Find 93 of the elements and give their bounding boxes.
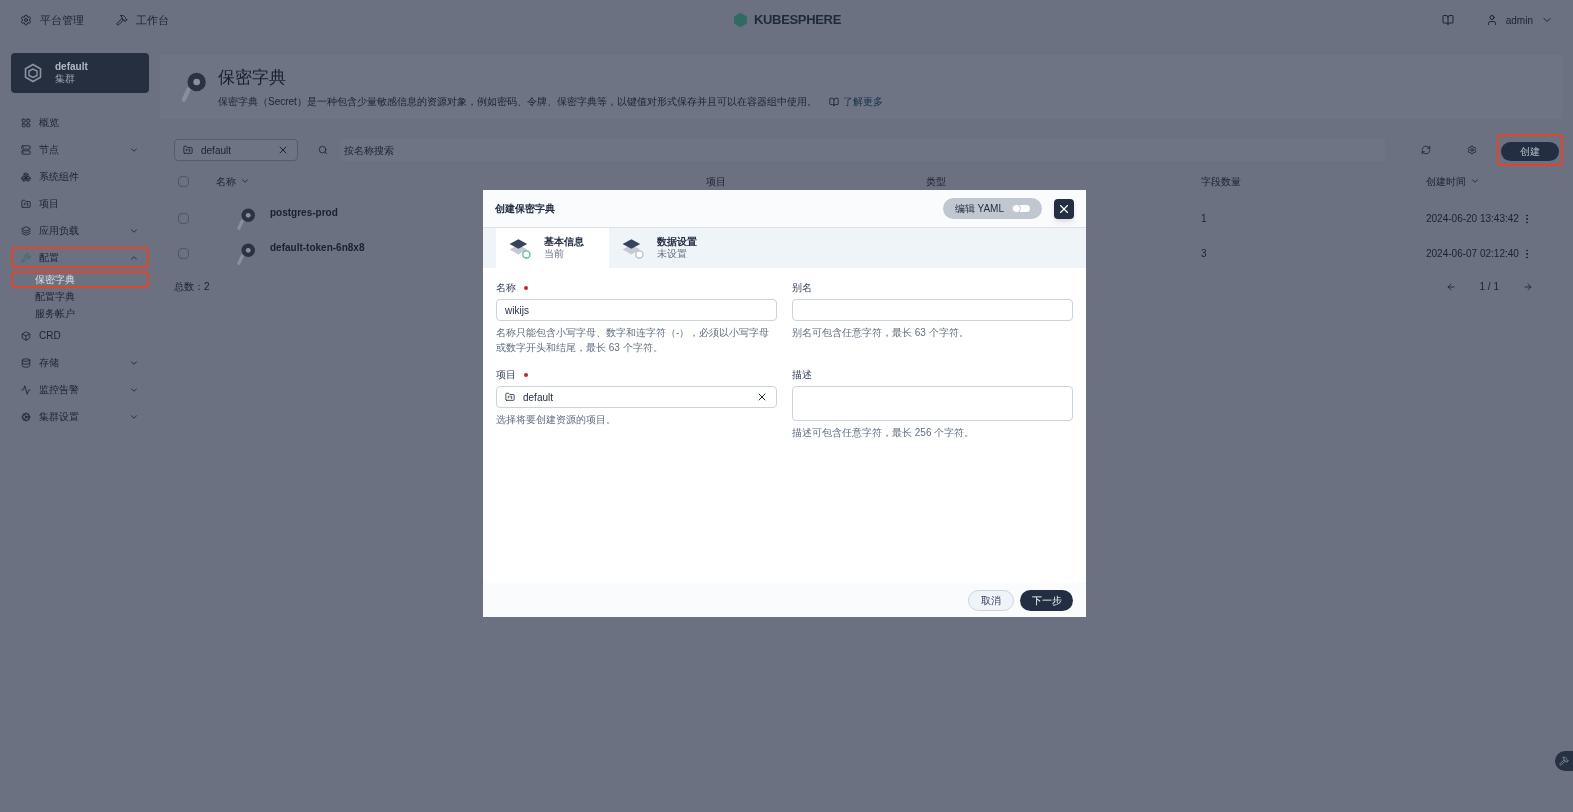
learn-more-link[interactable]: 了解更多: [828, 94, 883, 110]
field-hint: 别名可包含任意字符，最长 63 个字符。: [792, 326, 970, 340]
caret-icon: [1470, 176, 1480, 186]
menu-item-icon: [21, 330, 31, 341]
caret-icon: [240, 176, 250, 186]
top-nav-link[interactable]: 工作台: [116, 11, 169, 29]
project-icon: [505, 392, 515, 402]
yaml-toggle[interactable]: 编辑 YAML: [942, 198, 1042, 219]
settings-icon[interactable]: [1467, 145, 1477, 155]
document-icon[interactable]: [1441, 14, 1454, 26]
menu-item-icon: [21, 198, 31, 209]
field-hint: 描述可包含任意字符，最长 256 个字符。: [792, 426, 976, 440]
menu-item-icon: [21, 252, 31, 263]
logo-text: KUBESPHERE: [754, 11, 841, 30]
menu-item-icon: [21, 384, 31, 395]
column-header[interactable]: 创建时间: [1426, 173, 1480, 189]
step-status: 未设置: [657, 248, 688, 261]
cluster-type: 集群: [55, 73, 76, 86]
project-filter[interactable]: default: [174, 139, 298, 161]
select-all-checkbox[interactable]: [178, 175, 189, 187]
description-field[interactable]: [792, 386, 1073, 421]
table-cell-text: 3: [1201, 247, 1207, 261]
sidebar-subitem[interactable]: 配置字典: [11, 288, 149, 305]
menu-item-icon: [21, 411, 31, 422]
book-icon: [828, 96, 839, 107]
field-label: 名称: [496, 280, 528, 295]
table-cell-text: 2024-06-07 02:12:40: [1426, 247, 1519, 261]
tool-button[interactable]: [1555, 751, 1573, 771]
sidebar-item[interactable]: 应用负载: [11, 220, 149, 241]
top-nav-link[interactable]: 平台管理: [20, 11, 84, 29]
sidebar-item[interactable]: 节点: [11, 139, 149, 160]
hammer-icon: [1559, 756, 1569, 766]
hammer-icon: [116, 14, 128, 26]
row-checkbox[interactable]: [178, 213, 189, 224]
table-cell-text: 1: [1201, 212, 1207, 226]
sidebar-item[interactable]: CRD: [11, 325, 149, 346]
column-header: 字段数量: [1201, 174, 1241, 189]
menu-item-icon: [21, 144, 31, 155]
create-button[interactable]: 创建: [1501, 142, 1559, 161]
sidebar-item[interactable]: 存储: [11, 352, 149, 373]
sidebar-item[interactable]: 集群设置: [11, 406, 149, 427]
sidebar-item[interactable]: 监控告警: [11, 379, 149, 400]
row-checkbox[interactable]: [178, 248, 189, 259]
step-tab[interactable]: 数据设置 未设置: [609, 228, 722, 268]
cancel-button[interactable]: 取消: [968, 589, 1014, 611]
column-header[interactable]: 名称: [216, 173, 250, 189]
sidebar-item[interactable]: 配置: [11, 247, 149, 268]
close-button[interactable]: [1054, 198, 1074, 219]
column-header: 类型: [926, 174, 946, 189]
cluster-name: default: [55, 60, 88, 73]
cube-icon: [23, 63, 43, 83]
menu-item-icon: [21, 225, 31, 236]
cluster-card[interactable]: default 集群: [11, 53, 149, 93]
sidebar-subitem[interactable]: 保密字典: [11, 271, 149, 288]
sidebar-item[interactable]: 系统组件: [11, 166, 149, 187]
previous-page-icon[interactable]: [1445, 281, 1456, 292]
clear-icon[interactable]: [756, 391, 768, 403]
page-indicator: 1 / 1: [1479, 280, 1499, 294]
sidebar-item[interactable]: 项目: [11, 193, 149, 214]
field-hint: 名称只能包含小写字母、数字和连字符（-），必须以小写字母或数字开头和结尾，最长 63 个字符。: [496, 326, 771, 355]
project-icon: [183, 145, 193, 155]
column-header: 项目: [706, 174, 726, 189]
field-hint: 选择将要创建资源的项目。: [496, 413, 617, 427]
field-label: 项目: [496, 367, 528, 382]
text-field[interactable]: wikijs: [496, 299, 777, 321]
user-menu[interactable]: admin: [1485, 12, 1553, 28]
sidebar-item[interactable]: 概览: [11, 112, 149, 133]
step-title: 数据设置: [657, 235, 697, 248]
field-label: 别名: [792, 281, 812, 295]
select-field[interactable]: default: [496, 386, 777, 408]
next-button[interactable]: 下一步: [1020, 589, 1073, 611]
logo-icon: [732, 12, 748, 28]
secret-name[interactable]: postgres-prod: [270, 205, 338, 220]
dialog-title: 创建保密字典: [495, 202, 556, 216]
sidebar-subitem[interactable]: 服务帐户: [11, 305, 149, 322]
next-page-icon[interactable]: [1523, 281, 1533, 292]
step-tab[interactable]: 基本信息 当前: [496, 228, 609, 268]
text-field[interactable]: [792, 299, 1073, 321]
menu-item-icon: [21, 171, 31, 182]
secret-name[interactable]: default-token-6n8x8: [270, 240, 365, 255]
step-title: 基本信息: [544, 235, 584, 248]
refresh-icon[interactable]: [1421, 145, 1431, 155]
field-label: 描述: [792, 368, 812, 382]
table-cell-text: 2024-06-20 13:43:42: [1426, 212, 1519, 226]
total-count: 总数：2: [174, 280, 210, 294]
page-title: 保密字典: [218, 66, 287, 89]
search-icon: [318, 145, 328, 155]
menu-item-icon: [21, 117, 31, 128]
menu-item-icon: [21, 357, 31, 368]
user-icon: [1485, 14, 1498, 26]
settings-icon: [20, 14, 32, 26]
close-icon: [277, 144, 289, 156]
step-status: 当前: [544, 248, 565, 261]
